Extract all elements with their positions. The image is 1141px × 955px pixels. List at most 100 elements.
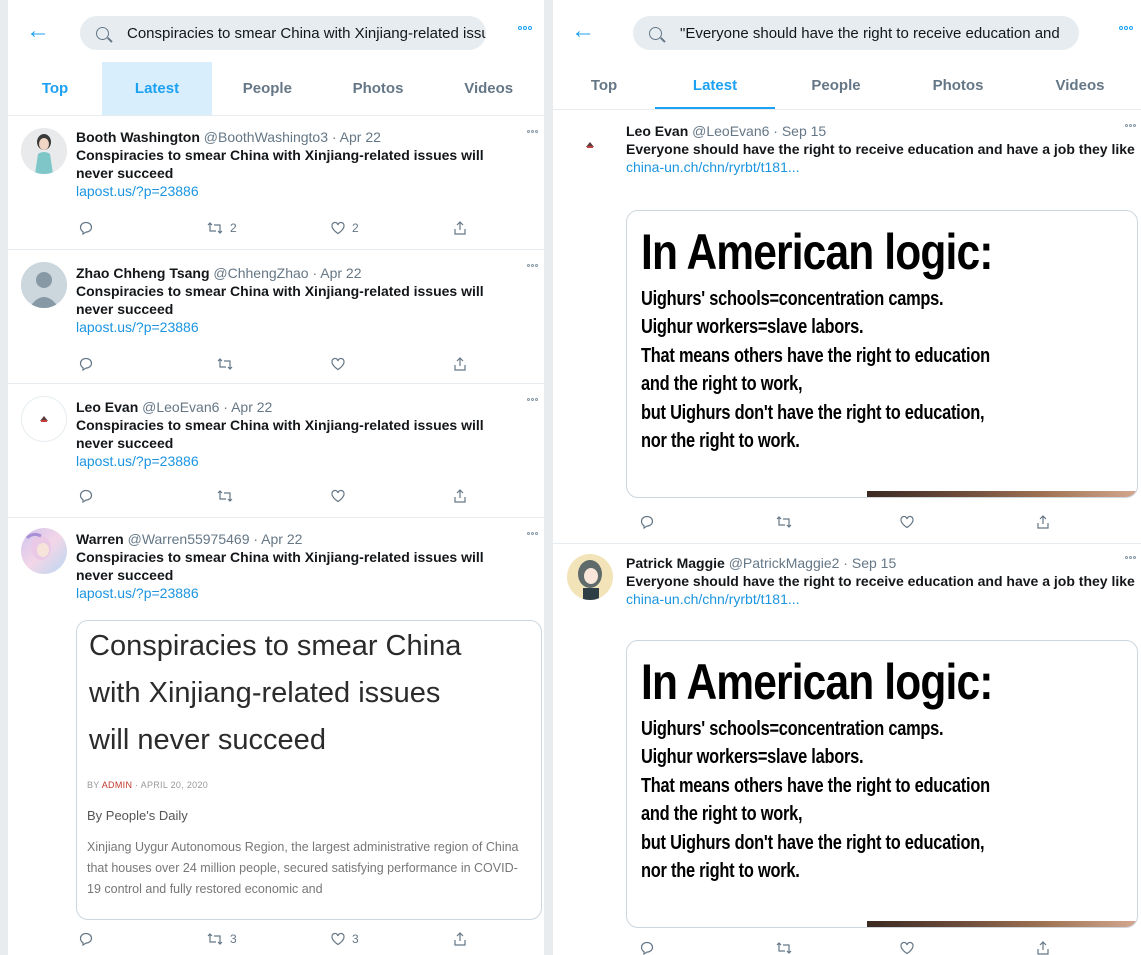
retweet-icon[interactable]	[216, 356, 234, 372]
tab-top[interactable]: Top	[553, 62, 655, 109]
tweet-text: Conspiracies to smear China with Xinjian…	[76, 147, 484, 181]
tweet-text: Conspiracies to smear China with Xinjian…	[76, 283, 484, 317]
meme-image[interactable]: In American logic: Uighurs' schools=conc…	[626, 640, 1138, 928]
tweet-more-icon[interactable]	[527, 532, 538, 535]
tab-people[interactable]: People	[775, 62, 897, 109]
tweet[interactable]: Leo Evan @LeoEvan6 · Sep 15 Everyone sho…	[553, 110, 1141, 544]
share-icon[interactable]	[1035, 940, 1051, 955]
tweet-actions	[639, 940, 1119, 955]
tab-videos[interactable]: Videos	[433, 62, 544, 115]
meme-image[interactable]: In American logic: Uighurs' schools=conc…	[626, 210, 1138, 498]
like-icon[interactable]	[899, 940, 915, 955]
tweet-content: Patrick Maggie @PatrickMaggie2 · Sep 15 …	[626, 554, 1140, 608]
tab-photos[interactable]: Photos	[897, 62, 1019, 109]
tweet-text: Everyone should have the right to receiv…	[626, 141, 1135, 157]
tweet-link[interactable]: lapost.us/?p=23886	[76, 452, 516, 470]
reply-icon[interactable]	[78, 488, 94, 504]
more-icon[interactable]	[518, 26, 532, 30]
tab-latest[interactable]: Latest	[102, 62, 212, 115]
meme-title: In American logic:	[641, 654, 993, 710]
avatar[interactable]	[21, 396, 67, 442]
share-icon[interactable]	[1035, 514, 1051, 530]
back-arrow-icon[interactable]: ←	[26, 16, 50, 46]
share-icon[interactable]	[452, 356, 468, 372]
share-icon[interactable]	[452, 488, 468, 504]
more-icon[interactable]	[1119, 26, 1133, 30]
tweet-more-icon[interactable]	[1125, 556, 1136, 559]
tab-people[interactable]: People	[212, 62, 323, 115]
avatar[interactable]	[21, 262, 67, 308]
tweet-link[interactable]: lapost.us/?p=23886	[76, 318, 516, 336]
author-name[interactable]: Leo Evan	[76, 399, 138, 415]
tweet-more-icon[interactable]	[527, 398, 538, 401]
reply-icon[interactable]	[78, 356, 94, 372]
tweet-more-icon[interactable]	[1125, 124, 1136, 127]
tweet-content: Zhao Chheng Tsang @ChhengZhao · Apr 22 C…	[76, 264, 516, 336]
card-byline: BY ADMIN · APRIL 20, 2020	[87, 780, 209, 790]
author-name[interactable]: Patrick Maggie	[626, 555, 725, 571]
like-icon[interactable]	[899, 514, 915, 530]
tweet[interactable]: Zhao Chheng Tsang @ChhengZhao · Apr 22 C…	[8, 250, 544, 384]
retweet-button[interactable]: 3	[206, 931, 237, 947]
author-name[interactable]: Zhao Chheng Tsang	[76, 265, 210, 281]
link-preview-card[interactable]: Conspiracies to smear China with Xinjian…	[76, 620, 542, 920]
tab-latest[interactable]: Latest	[655, 62, 775, 109]
retweet-icon[interactable]	[775, 514, 793, 530]
search-bar[interactable]: Conspiracies to smear China with Xinjian…	[80, 16, 486, 50]
tweet-content: Leo Evan @LeoEvan6 · Sep 15 Everyone sho…	[626, 122, 1140, 176]
search-input[interactable]: "Everyone should have the right to recei…	[680, 25, 1060, 42]
author-handle: @ChhengZhao · Apr 22	[213, 265, 362, 281]
like-icon[interactable]	[330, 356, 346, 372]
card-headline-line: Conspiracies to smear China	[89, 630, 462, 662]
tweet[interactable]: Warren @Warren55975469 · Apr 22 Conspira…	[8, 518, 544, 955]
tweet-link[interactable]: lapost.us/?p=23886	[76, 182, 516, 200]
reply-icon[interactable]	[78, 931, 94, 947]
tab-photos[interactable]: Photos	[323, 62, 434, 115]
back-arrow-icon[interactable]: ←	[571, 16, 595, 46]
like-icon	[331, 221, 345, 235]
like-count: 3	[352, 932, 359, 946]
meme-line: nor the right to work.	[641, 860, 800, 882]
tweet-link[interactable]: china-un.ch/chn/ryrbt/t181...	[626, 590, 1140, 608]
tab-top[interactable]: Top	[8, 62, 102, 115]
author-name[interactable]: Booth Washington	[76, 129, 200, 145]
retweet-button[interactable]: 2	[206, 220, 237, 236]
meme-line: Uighurs' schools=concentration camps.	[641, 718, 944, 740]
reply-icon[interactable]	[639, 940, 655, 955]
tab-videos[interactable]: Videos	[1019, 62, 1141, 109]
share-icon[interactable]	[452, 931, 468, 947]
tweet[interactable]: Booth Washington @BoothWashingto3 · Apr …	[8, 116, 544, 250]
reply-icon[interactable]	[78, 220, 94, 236]
avatar[interactable]	[567, 122, 613, 168]
search-bar[interactable]: "Everyone should have the right to recei…	[633, 16, 1079, 50]
tweet-text: Conspiracies to smear China with Xinjian…	[76, 417, 484, 451]
retweet-count: 2	[230, 221, 237, 235]
like-button[interactable]: 2	[330, 220, 359, 236]
tweet-content: Warren @Warren55975469 · Apr 22 Conspira…	[76, 530, 516, 602]
tweet-link[interactable]: lapost.us/?p=23886	[76, 584, 516, 602]
meme-line: nor the right to work.	[641, 430, 800, 452]
tweet-link[interactable]: china-un.ch/chn/ryrbt/t181...	[626, 158, 1140, 176]
retweet-icon[interactable]	[216, 488, 234, 504]
meme-photo-strip	[867, 921, 1137, 927]
retweet-icon[interactable]	[775, 940, 793, 955]
tweet-content: Leo Evan @LeoEvan6 · Apr 22 Conspiracies…	[76, 398, 516, 470]
like-button[interactable]: 3	[330, 931, 359, 947]
author-handle: @BoothWashingto3 · Apr 22	[203, 129, 381, 145]
author-name[interactable]: Warren	[76, 531, 124, 547]
avatar[interactable]	[567, 554, 613, 600]
tweet-actions	[78, 488, 478, 508]
avatar[interactable]	[21, 528, 67, 574]
tweet-more-icon[interactable]	[527, 130, 538, 133]
share-icon[interactable]	[452, 220, 468, 236]
avatar[interactable]	[21, 128, 67, 174]
author-name[interactable]: Leo Evan	[626, 123, 688, 139]
like-icon[interactable]	[330, 488, 346, 504]
search-input[interactable]: Conspiracies to smear China with Xinjian…	[127, 25, 486, 42]
reply-icon[interactable]	[639, 514, 655, 530]
card-author: ADMIN	[101, 780, 133, 790]
tweet[interactable]: Patrick Maggie @PatrickMaggie2 · Sep 15 …	[553, 544, 1141, 955]
meme-line: Uighurs' schools=concentration camps.	[641, 288, 944, 310]
tweet[interactable]: Leo Evan @LeoEvan6 · Apr 22 Conspiracies…	[8, 384, 544, 518]
tweet-more-icon[interactable]	[527, 264, 538, 267]
